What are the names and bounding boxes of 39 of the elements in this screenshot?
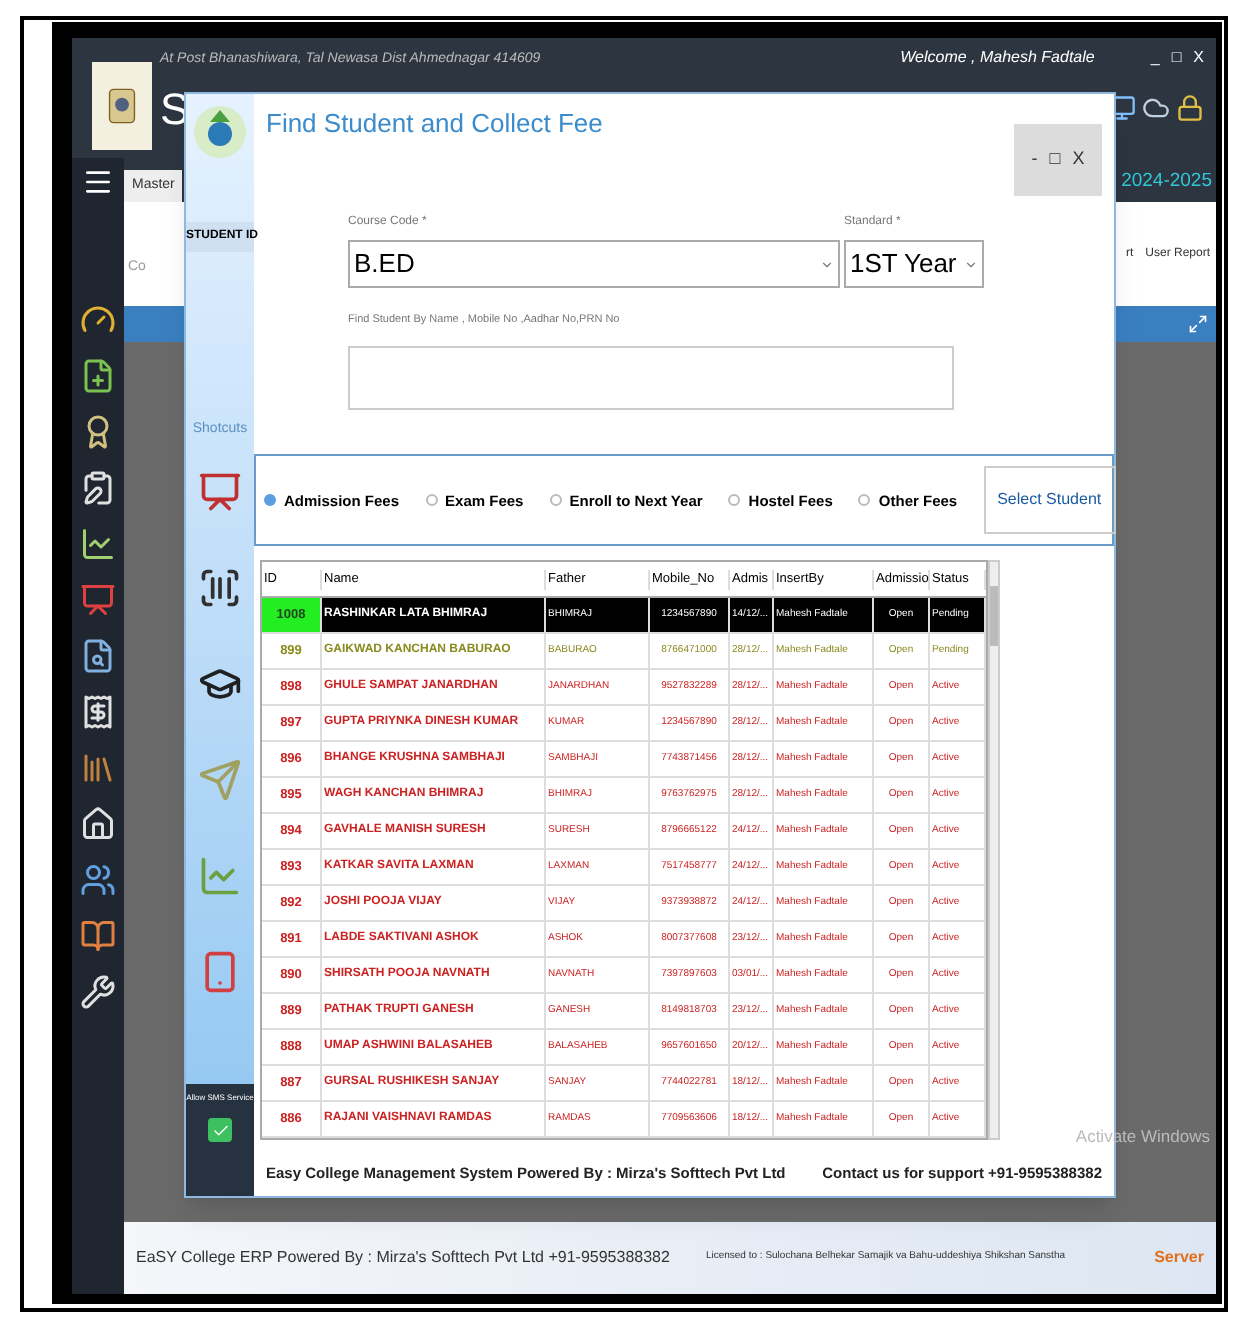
session-text: 2024-2025 <box>1121 167 1214 196</box>
status-text: EaSY College ERP Powered By : Mirza's Softtech Pvt Ltd +91-9595388382 <box>136 1246 670 1270</box>
file-plus-icon[interactable] <box>80 358 116 394</box>
clipboard-pen-icon[interactable] <box>80 470 116 506</box>
tools-icon[interactable] <box>80 974 116 1010</box>
course-code-select[interactable]: B.ED <box>348 240 840 288</box>
file-search-icon[interactable] <box>80 638 116 674</box>
window-control[interactable]: □ <box>1171 46 1182 70</box>
chevron-down-icon <box>964 257 978 271</box>
logo-icon <box>108 88 136 124</box>
cloud-icon[interactable] <box>1142 94 1170 122</box>
books-icon[interactable] <box>80 750 116 786</box>
check-icon <box>211 1121 229 1139</box>
search-field[interactable] <box>348 346 954 411</box>
barcode-scanner-icon[interactable] <box>198 565 242 609</box>
window-control[interactable]: X <box>1072 146 1085 174</box>
house-icon[interactable] <box>80 806 116 842</box>
scrollbar[interactable] <box>988 560 1000 1141</box>
users-icon[interactable] <box>80 862 116 898</box>
book-icon[interactable] <box>80 918 116 954</box>
standard-select[interactable]: 1ST Year <box>844 240 984 288</box>
menu-icon[interactable] <box>82 166 114 198</box>
chart-icon[interactable] <box>80 526 116 562</box>
welcome-text: Welcome , Mahesh Fadtale <box>900 46 1095 70</box>
server-label: Server <box>1154 1246 1204 1270</box>
logo-icon <box>190 102 250 162</box>
lock-icon[interactable] <box>1176 94 1204 122</box>
presentation-icon[interactable] <box>198 469 242 513</box>
sms-checkbox[interactable] <box>208 1118 232 1142</box>
expand-icon[interactable] <box>1188 314 1208 334</box>
window-control[interactable]: _ <box>1150 46 1160 70</box>
chevron-down-icon <box>820 257 834 271</box>
window-control[interactable]: □ <box>1049 146 1061 174</box>
receipt-icon[interactable] <box>80 694 116 730</box>
gauge-icon[interactable] <box>80 302 116 338</box>
dialog-title: Find Student and Collect Fee <box>266 106 603 142</box>
window-control[interactable]: X <box>1193 46 1204 70</box>
presentation-icon[interactable] <box>80 582 116 618</box>
select-student-button[interactable]: Select Student <box>983 466 1116 535</box>
